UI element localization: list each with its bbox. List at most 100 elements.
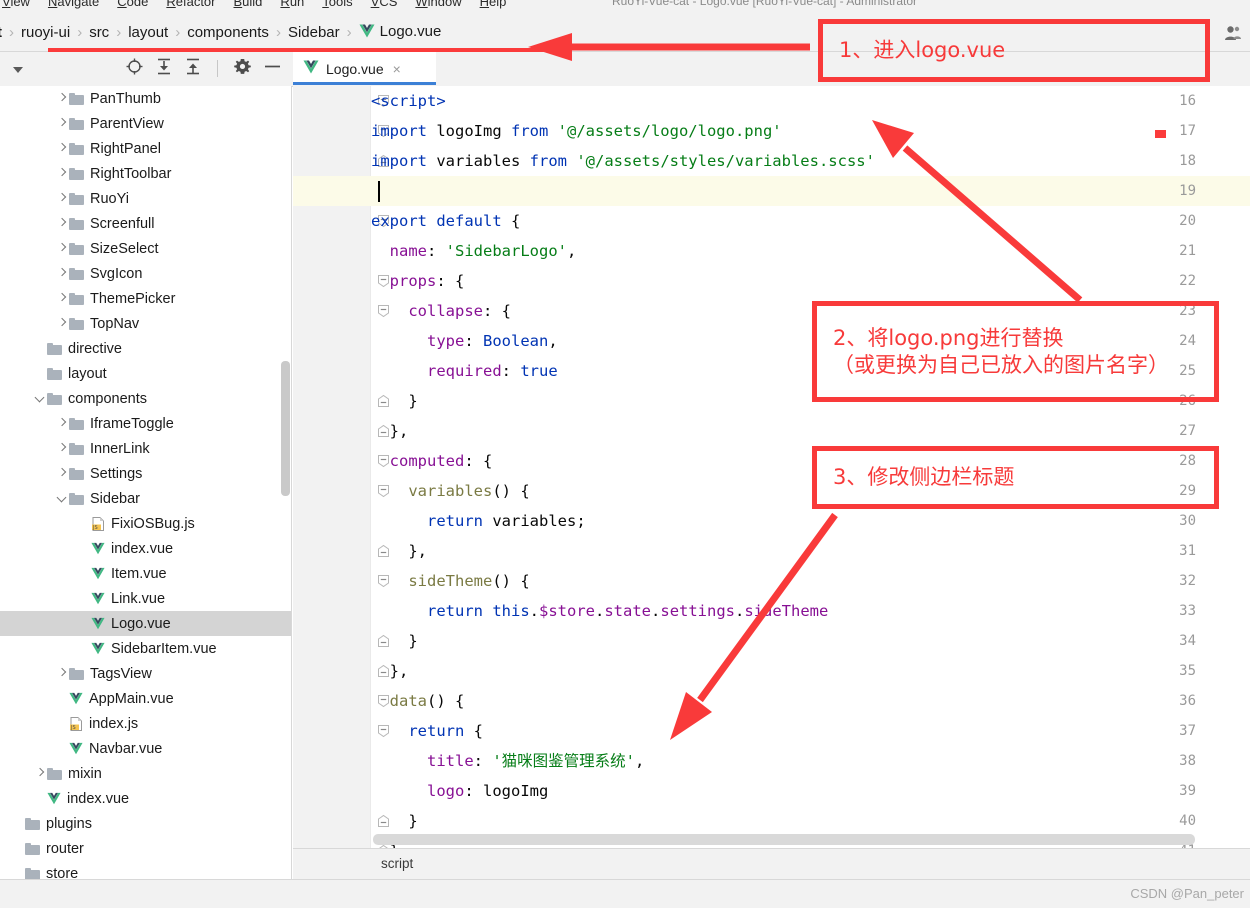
user-icon[interactable] — [1224, 25, 1242, 41]
code-line[interactable]: } — [371, 386, 417, 416]
bottom-breadcrumb-label[interactable]: script — [381, 856, 413, 871]
expand-all-icon[interactable] — [156, 58, 172, 78]
code-line[interactable]: } — [371, 626, 417, 656]
tree-item-sidebaritem-vue[interactable]: SidebarItem.vue — [0, 636, 292, 661]
chevron-down-icon[interactable] — [56, 492, 69, 505]
tree-item-ruoyi[interactable]: RuoYi — [0, 186, 292, 211]
tree-item-settings[interactable]: Settings — [0, 461, 292, 486]
breadcrumb-item-components[interactable]: components — [186, 24, 270, 41]
tree-item-themepicker[interactable]: ThemePicker — [0, 286, 292, 311]
code-line[interactable]: variables() { — [371, 476, 529, 506]
breadcrumb-item-t[interactable]: t — [0, 24, 3, 41]
menu-item-run[interactable]: Run — [280, 0, 304, 9]
tree-item-index-js[interactable]: JS index.js — [0, 711, 292, 736]
chevron-right-icon[interactable] — [56, 167, 69, 180]
tree-item-components[interactable]: components — [0, 386, 292, 411]
menu-item-help[interactable]: Help — [480, 0, 507, 9]
chevron-right-icon[interactable] — [56, 317, 69, 330]
tree-item-screenfull[interactable]: Screenfull — [0, 211, 292, 236]
code-line[interactable]: collapse: { — [371, 296, 511, 326]
tree-item-appmain-vue[interactable]: AppMain.vue — [0, 686, 292, 711]
tree-item-link-vue[interactable]: Link.vue — [0, 586, 292, 611]
tree-item-directive[interactable]: directive — [0, 336, 292, 361]
tree-item-righttoolbar[interactable]: RightToolbar — [0, 161, 292, 186]
chevron-right-icon[interactable] — [56, 117, 69, 130]
tree-item-innerlink[interactable]: InnerLink — [0, 436, 292, 461]
chevron-down-icon[interactable] — [12, 63, 25, 78]
chevron-right-icon[interactable] — [56, 667, 69, 680]
chevron-right-icon[interactable] — [56, 242, 69, 255]
tree-scrollbar-thumb[interactable] — [281, 361, 290, 496]
code-line[interactable]: }, — [371, 416, 409, 446]
tree-item-logo-vue[interactable]: Logo.vue — [0, 611, 292, 636]
menu-item-tools[interactable]: Tools — [322, 0, 352, 9]
menu-item-view[interactable]: View — [2, 0, 30, 9]
code-line[interactable]: return { — [371, 716, 483, 746]
tree-item-panthumb[interactable]: PanThumb — [0, 86, 292, 111]
code-line[interactable]: <script> — [371, 86, 446, 116]
tree-item-index-vue[interactable]: index.vue — [0, 536, 292, 561]
breadcrumb-item-layout[interactable]: layout — [127, 24, 169, 41]
chevron-right-icon[interactable] — [56, 292, 69, 305]
tree-item-plugins[interactable]: plugins — [0, 811, 292, 836]
code-line[interactable]: sideTheme() { — [371, 566, 529, 596]
tree-item-iframetoggle[interactable]: IframeToggle — [0, 411, 292, 436]
code-line[interactable]: }, — [371, 656, 409, 686]
breadcrumb-item-logo-vue[interactable]: Logo.vue — [358, 23, 443, 43]
collapse-all-icon[interactable] — [185, 58, 201, 78]
tree-item-sizeselect[interactable]: SizeSelect — [0, 236, 292, 261]
menu-item-build[interactable]: Build — [234, 0, 263, 9]
tree-item-mixin[interactable]: mixin — [0, 761, 292, 786]
code-line[interactable]: }, — [371, 536, 427, 566]
breadcrumb[interactable]: t › ruoyi-ui › src › layout › components › Sidebar… — [0, 14, 442, 51]
tree-item-sidebar[interactable]: Sidebar — [0, 486, 292, 511]
code-line[interactable]: computed: { — [371, 446, 493, 476]
code-line[interactable]: return variables; — [371, 506, 586, 536]
menu-item-vcs[interactable]: VCS — [371, 0, 398, 9]
editor-horizontal-scrollbar[interactable] — [373, 834, 1195, 845]
chevron-right-icon[interactable] — [56, 142, 69, 155]
chevron-right-icon[interactable] — [56, 217, 69, 230]
locate-target-icon[interactable] — [126, 58, 143, 78]
chevron-right-icon[interactable] — [34, 767, 47, 780]
tree-item-fixiosbug-js[interactable]: JS FixiOSBug.js — [0, 511, 292, 536]
tree-item-navbar-vue[interactable]: Navbar.vue — [0, 736, 292, 761]
chevron-right-icon[interactable] — [56, 192, 69, 205]
code-line[interactable]: import logoImg from '@/assets/logo/logo.… — [371, 116, 782, 146]
settings-gear-icon[interactable] — [234, 58, 251, 78]
chevron-right-icon[interactable] — [56, 92, 69, 105]
breadcrumb-item-ruoyi-ui[interactable]: ruoyi-ui — [20, 24, 71, 41]
breadcrumb-item-src[interactable]: src — [88, 24, 110, 41]
chevron-right-icon[interactable] — [56, 442, 69, 455]
code-line[interactable]: logo: logoImg — [371, 776, 548, 806]
tree-item-topnav[interactable]: TopNav — [0, 311, 292, 336]
chevron-down-icon[interactable] — [34, 392, 47, 405]
code-line[interactable]: name: 'SidebarLogo', — [371, 236, 577, 266]
breadcrumb-item-sidebar[interactable]: Sidebar — [287, 24, 341, 41]
tree-item-index-vue[interactable]: index.vue — [0, 786, 292, 811]
error-marker[interactable] — [1155, 130, 1166, 138]
code-line[interactable]: export default { — [371, 206, 520, 236]
editor-tab-logo-vue[interactable]: Logo.vue × — [293, 52, 436, 85]
tree-scrollbar[interactable] — [281, 86, 290, 908]
tree-item-parentview[interactable]: ParentView — [0, 111, 292, 136]
code-line[interactable]: props: { — [371, 266, 465, 296]
code-line[interactable]: return this.$store.state.settings.sideTh… — [371, 596, 828, 626]
code-line[interactable]: import variables from '@/assets/styles/v… — [371, 146, 875, 176]
menu-item-navigate[interactable]: Navigate — [48, 0, 99, 9]
menu-item-window[interactable]: Window — [415, 0, 461, 9]
tree-item-svgicon[interactable]: SvgIcon — [0, 261, 292, 286]
hide-panel-icon[interactable] — [264, 58, 281, 78]
chevron-right-icon[interactable] — [56, 267, 69, 280]
menu-item-refactor[interactable]: Refactor — [166, 0, 215, 9]
code-line[interactable]: } — [371, 806, 417, 836]
project-tree[interactable]: PanThumb ParentView RightPanel RightToolbar… — [0, 86, 292, 908]
code-line[interactable]: title: '猫咪图鉴管理系统', — [371, 746, 644, 776]
code-line[interactable]: data() { — [371, 686, 465, 716]
menu-item-code[interactable]: Code — [117, 0, 148, 9]
code-line[interactable]: required: true — [371, 356, 558, 386]
tree-item-tagsview[interactable]: TagsView — [0, 661, 292, 686]
tree-item-router[interactable]: router — [0, 836, 292, 861]
code-line[interactable]: type: Boolean, — [371, 326, 558, 356]
tree-item-rightpanel[interactable]: RightPanel — [0, 136, 292, 161]
